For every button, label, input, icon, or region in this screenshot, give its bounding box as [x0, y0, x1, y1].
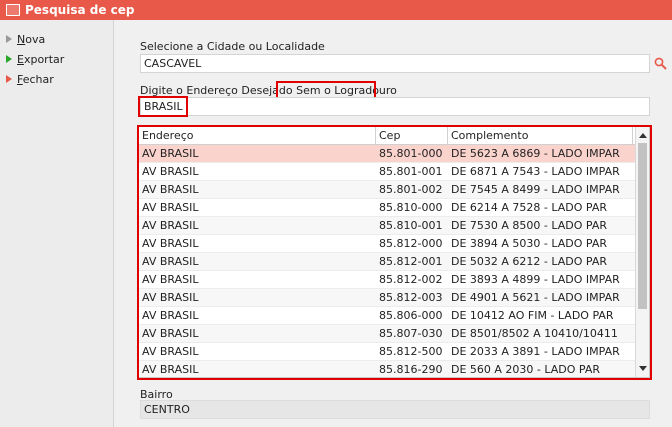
- results-grid: Endereço Cep Complemento AV BRASIL 85.801…: [138, 126, 650, 378]
- table-row[interactable]: AV BRASIL 85.801-001 DE 6871 A 7543 - LADO…: [139, 163, 649, 181]
- cell-complemento: DE 3894 A 5030 - LADO PAR: [451, 237, 608, 250]
- cell-cep: 85.812-500: [379, 345, 443, 358]
- sidebar-item-exportar[interactable]: Exportar: [0, 49, 113, 69]
- cell-cep: 85.812-003: [379, 291, 443, 304]
- triangle-marker-icon: [6, 55, 12, 63]
- grid-header: Endereço Cep Complemento: [139, 127, 649, 145]
- triangle-marker-icon: [6, 75, 12, 83]
- scroll-up-icon[interactable]: [636, 129, 649, 142]
- cell-cep: 85.816-290: [379, 363, 443, 376]
- cell-endereco: AV BRASIL: [142, 291, 199, 304]
- exportar-accel: E: [17, 52, 24, 66]
- grid-scrollbar[interactable]: [635, 127, 649, 377]
- table-row[interactable]: AV BRASIL 85.812-003 DE 4901 A 5621 - LADO…: [139, 289, 649, 307]
- cell-complemento: DE 7530 A 8500 - LADO PAR: [451, 219, 608, 232]
- cell-complemento: DE 7545 A 8499 - LADO IMPAR: [451, 183, 620, 196]
- cell-complemento: DE 4901 A 5621 - LADO IMPAR: [451, 291, 620, 304]
- cell-endereco: AV BRASIL: [142, 147, 199, 160]
- sidebar-item-fechar[interactable]: Fechar: [0, 69, 113, 89]
- no-street-label[interactable]: Sem o Logradouro: [296, 84, 397, 97]
- cell-cep: 85.801-002: [379, 183, 443, 196]
- table-row[interactable]: AV BRASIL 85.801-000 DE 5623 A 6869 - LADO…: [139, 145, 649, 163]
- nova-accel: N: [17, 32, 26, 46]
- column-header-complemento[interactable]: Complemento: [448, 127, 633, 144]
- column-header-cep[interactable]: Cep: [376, 127, 448, 144]
- cell-complemento: DE 6871 A 7543 - LADO IMPAR: [451, 165, 620, 178]
- cell-cep: 85.812-000: [379, 237, 443, 250]
- fechar-label: echar: [22, 72, 54, 86]
- cell-cep: 85.801-001: [379, 165, 443, 178]
- triangle-marker-icon: [6, 35, 12, 43]
- table-row[interactable]: AV BRASIL 85.816-290 DE 560 A 2030 - LADO …: [139, 361, 649, 377]
- cell-cep: 85.810-001: [379, 219, 443, 232]
- cell-complemento: DE 5032 A 6212 - LADO PAR: [451, 255, 608, 268]
- search-icon[interactable]: [654, 57, 667, 70]
- cell-endereco: AV BRASIL: [142, 363, 199, 376]
- cell-endereco: AV BRASIL: [142, 345, 199, 358]
- cell-complemento: DE 6214 A 7528 - LADO PAR: [451, 201, 608, 214]
- table-row[interactable]: AV BRASIL 85.801-002 DE 7545 A 8499 - LADO…: [139, 181, 649, 199]
- scroll-down-icon[interactable]: [636, 362, 649, 375]
- table-row[interactable]: AV BRASIL 85.810-000 DE 6214 A 7528 - LADO…: [139, 199, 649, 217]
- sidebar-item-nova[interactable]: Nova: [0, 29, 113, 49]
- cell-endereco: AV BRASIL: [142, 327, 199, 340]
- city-label: Selecione a Cidade ou Localidade: [140, 40, 325, 53]
- cell-complemento: DE 2033 A 3891 - LADO IMPAR: [451, 345, 620, 358]
- cell-endereco: AV BRASIL: [142, 273, 199, 286]
- cell-cep: 85.807-030: [379, 327, 443, 340]
- column-header-endereco[interactable]: Endereço: [139, 127, 376, 144]
- cell-complemento: DE 10412 AO FIM - LADO PAR: [451, 309, 614, 322]
- cell-cep: 85.812-002: [379, 273, 443, 286]
- cell-endereco: AV BRASIL: [142, 219, 199, 232]
- cell-endereco: AV BRASIL: [142, 255, 199, 268]
- cell-complemento: DE 5623 A 6869 - LADO IMPAR: [451, 147, 620, 160]
- cell-endereco: AV BRASIL: [142, 237, 199, 250]
- table-row[interactable]: AV BRASIL 85.812-500 DE 2033 A 3891 - LADO…: [139, 343, 649, 361]
- bairro-field: CENTRO: [140, 400, 650, 419]
- cell-endereco: AV BRASIL: [142, 201, 199, 214]
- cell-cep: 85.806-000: [379, 309, 443, 322]
- nova-label: ova: [25, 32, 46, 46]
- address-field[interactable]: BRASIL: [140, 97, 650, 116]
- sidebar: Nova Exportar Fechar: [0, 20, 114, 427]
- cell-endereco: AV BRASIL: [142, 183, 199, 196]
- grid-body: AV BRASIL 85.801-000 DE 5623 A 6869 - LADO…: [139, 145, 649, 377]
- table-row[interactable]: AV BRASIL 85.812-002 DE 3893 A 4899 - LADO…: [139, 271, 649, 289]
- city-field[interactable]: CASCAVEL: [140, 54, 650, 73]
- cell-cep: 85.810-000: [379, 201, 443, 214]
- window-title: Pesquisa de cep: [25, 3, 135, 17]
- address-label: Digite o Endereço Desejado: [140, 84, 293, 97]
- cell-complemento: DE 8501/8502 A 10410/10411: [451, 327, 618, 340]
- cell-complemento: DE 3893 A 4899 - LADO IMPAR: [451, 273, 620, 286]
- cell-complemento: DE 560 A 2030 - LADO PAR: [451, 363, 601, 376]
- table-row[interactable]: AV BRASIL 85.810-001 DE 7530 A 8500 - LADO…: [139, 217, 649, 235]
- cell-endereco: AV BRASIL: [142, 165, 199, 178]
- table-row[interactable]: AV BRASIL 85.807-030 DE 8501/8502 A 10410/…: [139, 325, 649, 343]
- window-icon: [6, 4, 20, 16]
- table-row[interactable]: AV BRASIL 85.812-001 DE 5032 A 6212 - LADO…: [139, 253, 649, 271]
- cell-cep: 85.812-001: [379, 255, 443, 268]
- cell-cep: 85.801-000: [379, 147, 443, 160]
- cell-endereco: AV BRASIL: [142, 309, 199, 322]
- table-row[interactable]: AV BRASIL 85.812-000 DE 3894 A 5030 - LADO…: [139, 235, 649, 253]
- exportar-label: xportar: [23, 52, 65, 66]
- table-row[interactable]: AV BRASIL 85.806-000 DE 10412 AO FIM - LAD…: [139, 307, 649, 325]
- scroll-thumb[interactable]: [638, 143, 647, 309]
- title-bar: Pesquisa de cep: [0, 0, 672, 20]
- main-panel: Selecione a Cidade ou Localidade CASCAVE…: [114, 20, 672, 427]
